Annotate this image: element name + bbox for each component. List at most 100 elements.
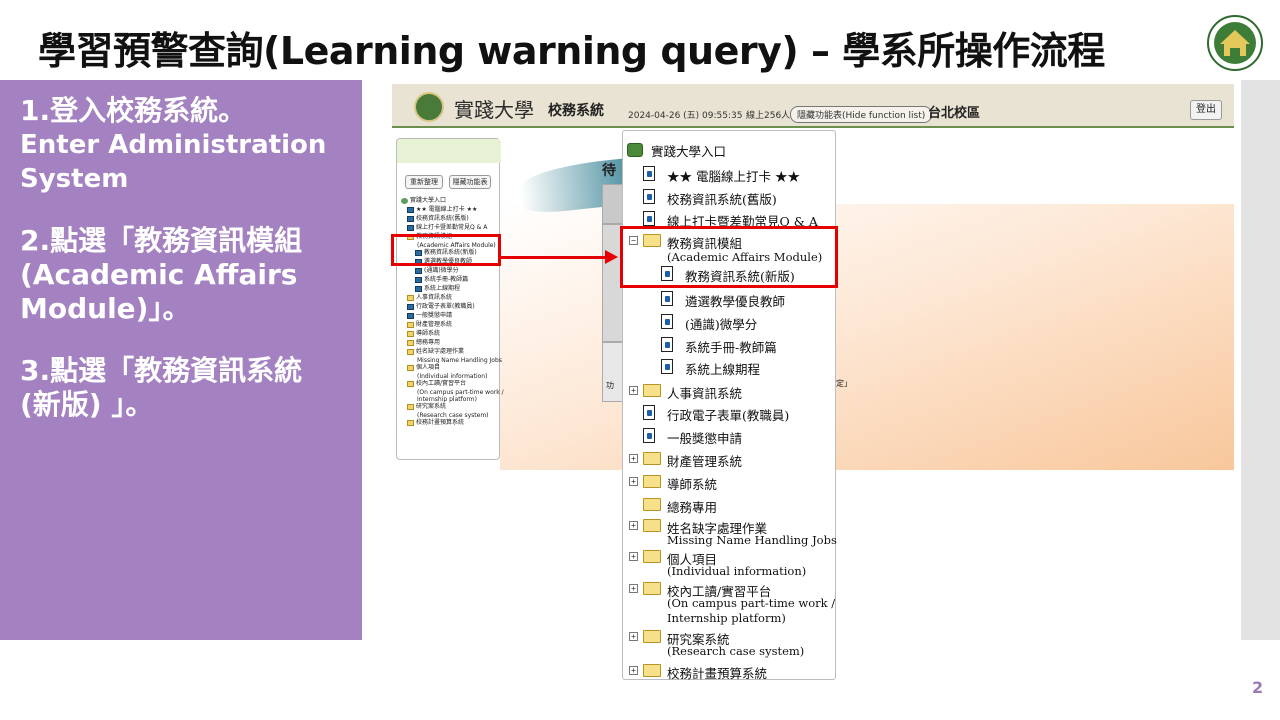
step-2-text: 2.點選「教務資訊模組(Academic Affairs Module)」。 <box>20 224 303 325</box>
step-3: 3.點選「教務資訊系統(新版) 」。 <box>20 354 342 422</box>
arrow-line <box>501 256 609 259</box>
page-icon <box>407 303 414 310</box>
small-menu-label: (Individual information) <box>417 373 488 380</box>
small-menu-label: 系統手冊-教師篇 <box>424 276 469 283</box>
tree-label-en: (Research case system) <box>667 644 805 658</box>
page-icon <box>643 405 655 420</box>
tree-label: 系統手冊-教師篇 <box>685 340 777 355</box>
tree-label-en: Internship platform) <box>667 611 786 625</box>
slide-title: 學習預警查詢(Learning warning query) – 學系所操作流程 <box>38 29 1105 73</box>
tree-label-en: (Individual information) <box>667 564 807 578</box>
step-1-zh: 1.登入校務系統。 <box>20 94 247 127</box>
small-menu-item[interactable]: 線上打卡暨差勤常見Q & A <box>407 224 487 231</box>
small-menu-label: (On campus part-time work / <box>417 389 504 396</box>
folder-icon <box>643 384 661 397</box>
small-menu-item[interactable]: 研究案系統 <box>407 403 446 410</box>
small-menu-label: 校務資訊系統(舊版) <box>416 215 469 222</box>
tree-label: 一般獎懲申請 <box>667 431 743 446</box>
refresh-button[interactable]: 重新整理 <box>405 175 443 189</box>
folder-icon <box>407 364 414 371</box>
page-icon <box>407 224 414 231</box>
small-menu-item[interactable]: 人事資訊系統 <box>407 294 452 301</box>
side-decoration <box>1241 80 1280 640</box>
folder-icon <box>643 519 661 532</box>
page-icon <box>415 285 422 292</box>
small-menu-item[interactable]: 系統上線期程 <box>415 285 460 292</box>
small-menu-item[interactable]: ★★ 電腦線上打卡 ★★ <box>407 206 477 213</box>
tree-label: 導師系統 <box>667 477 718 492</box>
tree-label: 財產管理系統 <box>667 454 743 469</box>
instruction-panel: 1.登入校務系統。 Enter Administration System 2.… <box>0 80 362 640</box>
page-icon <box>415 267 422 274</box>
step-1-en: Enter Administration System <box>20 130 327 194</box>
small-menu-item[interactable]: 總務專用 <box>407 339 440 346</box>
small-menu-label: ★★ 電腦線上打卡 ★★ <box>416 206 478 213</box>
page-icon <box>407 215 414 222</box>
small-menu-label: 人事資訊系統 <box>416 294 453 301</box>
portal-icon <box>627 143 643 157</box>
tree-label-en: Missing Name Handling Jobs <box>667 533 837 547</box>
small-menu-item[interactable]: 導師系統 <box>407 330 440 337</box>
folder-icon <box>407 339 414 346</box>
small-menu-item[interactable]: 校務資訊系統(舊版) <box>407 215 469 222</box>
small-menu-label: Internship platform) <box>417 396 477 403</box>
hide-function-button[interactable]: 隱藏功能表(Hide function list) <box>790 106 933 123</box>
small-menu-item[interactable]: 姓名缺字處理作業 <box>407 348 464 355</box>
small-menu-item[interactable]: 系統手冊-教師篇 <box>415 276 468 283</box>
folder-icon <box>407 403 414 410</box>
expand-icon[interactable]: + <box>629 632 638 641</box>
small-menu-item[interactable]: 財產管理系統 <box>407 321 452 328</box>
content-fragment-left: 功 <box>606 381 614 390</box>
folder-icon <box>407 321 414 328</box>
tree-label: 人事資訊系統 <box>667 386 743 401</box>
folder-icon <box>643 498 661 511</box>
folder-icon <box>643 475 661 488</box>
small-menu-item[interactable]: 個人項目 <box>407 364 440 371</box>
small-menu-item[interactable]: 一般獎懲申請 <box>407 312 452 319</box>
small-menu-label: 總務專用 <box>416 339 441 346</box>
step-3-text: 3.點選「教務資訊系統(新版) 」。 <box>20 354 303 421</box>
tree-label: 校務計畫預算系統 <box>667 666 768 681</box>
small-menu-item: (On campus part-time work / <box>417 389 504 396</box>
tree-label: 實踐大學入口 <box>651 144 727 159</box>
folder-icon <box>643 664 661 677</box>
small-menu-label: (Research case system) <box>417 412 489 419</box>
small-menu-label: 校務計畫預算系統 <box>416 419 465 426</box>
campus-label: 台北校區 <box>928 106 981 121</box>
expand-icon[interactable]: + <box>629 666 638 675</box>
expand-icon[interactable]: + <box>629 552 638 561</box>
system-logo-icon <box>414 92 444 122</box>
small-menu-label: 姓名缺字處理作業 <box>416 348 465 355</box>
page-icon <box>643 189 655 204</box>
logout-button[interactable]: 登出 <box>1190 100 1222 120</box>
tree-label: 總務專用 <box>667 500 718 515</box>
hide-menu-button[interactable]: 隱藏功能表 <box>449 175 491 189</box>
small-menu-item[interactable]: 實踐大學入口 <box>401 197 446 204</box>
small-menu-item[interactable]: 校務計畫預算系統 <box>407 419 464 426</box>
expand-icon[interactable]: + <box>629 454 638 463</box>
expand-icon[interactable]: + <box>629 584 638 593</box>
small-menu-item[interactable]: (通識)微學分 <box>415 267 459 274</box>
expand-icon[interactable]: + <box>629 521 638 530</box>
page-icon <box>643 211 655 226</box>
arrow-head-icon <box>605 250 618 264</box>
small-menu-label: 一般獎懲申請 <box>416 312 453 319</box>
folder-icon <box>407 419 414 426</box>
page-icon <box>415 276 422 283</box>
folder-icon <box>407 330 414 337</box>
small-menu-item: Internship platform) <box>417 396 477 403</box>
folder-icon <box>643 630 661 643</box>
function-menu-small: 重新整理 隱藏功能表 實踐大學入口 ★★ 電腦線上打卡 ★★ 校務資訊系統(舊版) 線… <box>396 138 504 460</box>
small-menu-item: Missing Name Handling Jobs <box>417 357 502 364</box>
expand-icon[interactable]: + <box>629 386 638 395</box>
tree-label: 系統上線期程 <box>685 362 761 377</box>
system-university-name: 實踐大學 <box>454 98 534 122</box>
small-menu-label: 行政電子表單(教職員) <box>416 303 475 310</box>
tree-label: 校務資訊系統(舊版) <box>667 192 777 207</box>
expand-icon[interactable]: + <box>629 477 638 486</box>
system-datetime: 2024-04-26 (五) 09:55:35 <box>628 111 743 121</box>
small-menu-label: 系統上線期程 <box>424 285 461 292</box>
small-menu-item[interactable]: 校內工讀/實習平台 <box>407 380 466 387</box>
small-menu-item[interactable]: 行政電子表單(教職員) <box>407 303 475 310</box>
small-menu-label: 實踐大學入口 <box>410 197 447 204</box>
